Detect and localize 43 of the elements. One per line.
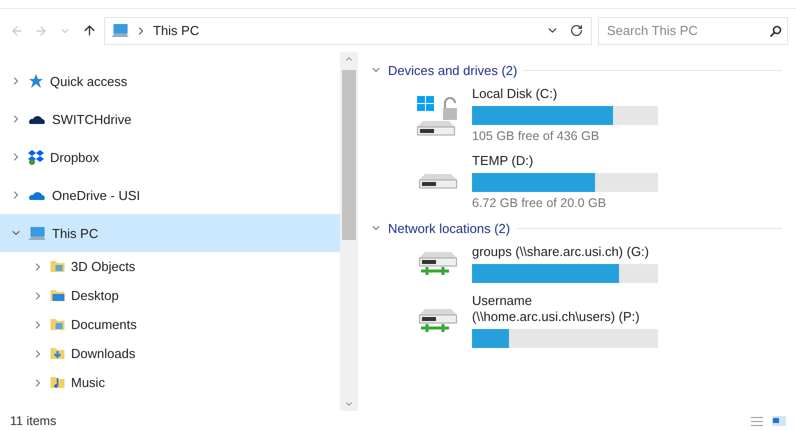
- address-bar[interactable]: This PC: [104, 16, 592, 44]
- drive-name[interactable]: Local Disk (C:): [472, 86, 658, 102]
- folder-icon: [50, 319, 65, 330]
- drive-icon: [419, 174, 457, 189]
- drive-space: 105 GB free of 436 GB: [472, 129, 600, 143]
- sidebar-item[interactable]: Quick access: [0, 62, 340, 100]
- forward-arrow-icon: [34, 24, 48, 38]
- system-drive-icon: [417, 94, 459, 136]
- network-drive-icon: [419, 308, 457, 332]
- cloud-icon: [28, 190, 46, 200]
- sidebar-item[interactable]: Downloads: [0, 339, 340, 368]
- folder-icon: [50, 261, 65, 272]
- dropbox-icon: [28, 149, 44, 165]
- details-view-icon[interactable]: [750, 416, 764, 426]
- drive-name[interactable]: TEMP (D:): [472, 153, 658, 169]
- sidebar-item[interactable]: OneDrive - USI: [0, 176, 340, 214]
- cloud-icon: [28, 114, 46, 124]
- star-icon: [28, 73, 44, 89]
- group-header[interactable]: Network locations (2): [370, 216, 782, 240]
- sidebar-item[interactable]: Dropbox: [0, 138, 340, 176]
- breadcrumb[interactable]: This PC: [153, 23, 200, 38]
- drive-name[interactable]: groups (\\share.arc.usi.ch) (G:): [472, 244, 658, 260]
- music-folder-icon: [50, 377, 65, 388]
- scrollbar[interactable]: [340, 52, 358, 411]
- drive-space: 6.72 GB free of 20.0 GB: [472, 196, 608, 210]
- search-field[interactable]: Search This PC: [598, 16, 788, 44]
- item-count: 11 items: [10, 414, 56, 428]
- search-icon: [769, 24, 782, 38]
- tiles-view-icon[interactable]: [772, 416, 786, 426]
- sidebar-item[interactable]: 3D Objects: [0, 252, 340, 281]
- computer-icon: [111, 24, 129, 37]
- group-header[interactable]: Devices and drives (2): [370, 58, 782, 82]
- sidebar-item[interactable]: Documents: [0, 310, 340, 339]
- sidebar-item[interactable]: SWITCHdrive: [0, 100, 340, 138]
- downloads-folder-icon: [50, 348, 65, 359]
- sidebar-item[interactable]: Desktop: [0, 281, 340, 310]
- sidebar-item[interactable]: This PC: [0, 214, 340, 252]
- refresh-icon: [570, 24, 582, 37]
- desktop-folder-icon: [50, 290, 65, 301]
- drive-name[interactable]: Username (\\home.arc.usi.ch\users) (P:): [472, 293, 658, 325]
- sidebar-item[interactable]: Music: [0, 368, 340, 397]
- computer-icon: [28, 226, 46, 240]
- network-drive-icon: [419, 252, 457, 276]
